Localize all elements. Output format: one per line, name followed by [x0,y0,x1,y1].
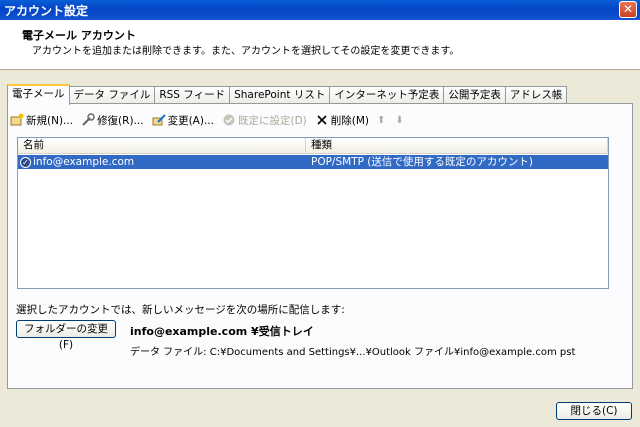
up-arrow-icon[interactable]: ⬆ [377,115,385,126]
default-icon [222,113,236,127]
column-header-type[interactable]: 種類 [306,138,608,153]
tab-published-calendars[interactable]: 公開予定表 [443,86,506,104]
new-label: 新規(N)... [26,114,74,127]
change-label: 変更(A)... [167,114,214,127]
account-list[interactable]: 名前 種類 ✓ info@example.com POP/SMTP (送信で使用… [17,137,609,289]
change-folder-button[interactable]: フォルダーの変更(F) [16,320,116,351]
column-header-name[interactable]: 名前 [18,138,306,153]
close-window-button[interactable]: ✕ [619,1,637,18]
change-button[interactable]: 変更(A)... [152,113,214,128]
new-icon [10,113,24,127]
list-item[interactable]: ✓ info@example.com POP/SMTP (送信で使用する既定のア… [18,155,608,169]
default-account-check-icon: ✓ [20,156,31,168]
account-type: POP/SMTP (送信で使用する既定のアカウント) [311,156,533,168]
list-header: 名前 種類 [18,138,608,154]
tab-email[interactable]: 電子メール [7,84,70,105]
delivery-label: 選択したアカウントでは、新しいメッセージを次の場所に配信します: [16,304,345,316]
repair-icon [81,113,95,127]
repair-label: 修復(R)... [97,114,144,127]
tab-rss-feeds[interactable]: RSS フィード [154,86,231,104]
header-description: アカウントを追加または削除できます。また、アカウントを選択してその設定を変更でき… [32,46,460,57]
set-default-label: 既定に設定(D) [237,114,307,127]
delete-label: 削除(M) [330,114,370,127]
tab-strip: 電子メール データ ファイル RSS フィード SharePoint リスト イ… [7,84,568,105]
account-toolbar: 新規(N)... 修復(R)... 変更(A)... 既定に設定(D) 削除(M… [10,110,414,130]
header-title: 電子メール アカウント [22,29,136,42]
close-button[interactable]: 閉じる(C) [556,402,632,420]
down-arrow-icon[interactable]: ⬇ [395,115,403,126]
new-button[interactable]: 新規(N)... [10,113,73,128]
tab-sharepoint-lists[interactable]: SharePoint リスト [229,86,331,104]
delete-button[interactable]: 削除(M) [315,113,369,128]
change-icon [152,113,166,127]
tab-data-files[interactable]: データ ファイル [68,86,156,104]
delete-icon [315,113,329,127]
repair-button[interactable]: 修復(R)... [81,113,144,128]
dialog-header: 電子メール アカウント アカウントを追加または削除できます。また、アカウントを選… [0,20,640,70]
account-name: info@example.com [33,156,135,168]
tab-address-books[interactable]: アドレス帳 [504,86,568,104]
set-default-button[interactable]: 既定に設定(D) [222,113,307,128]
list-item-name-cell: ✓ info@example.com [18,155,306,169]
tab-internet-calendars[interactable]: インターネット予定表 [329,86,445,104]
delivery-folder: info@example.com ¥受信トレイ [130,325,314,338]
title-bar: アカウント設定 ✕ [0,0,640,20]
data-file-path: データ ファイル: C:¥Documents and Settings¥...¥… [130,347,576,358]
window-title: アカウント設定 [4,3,89,18]
